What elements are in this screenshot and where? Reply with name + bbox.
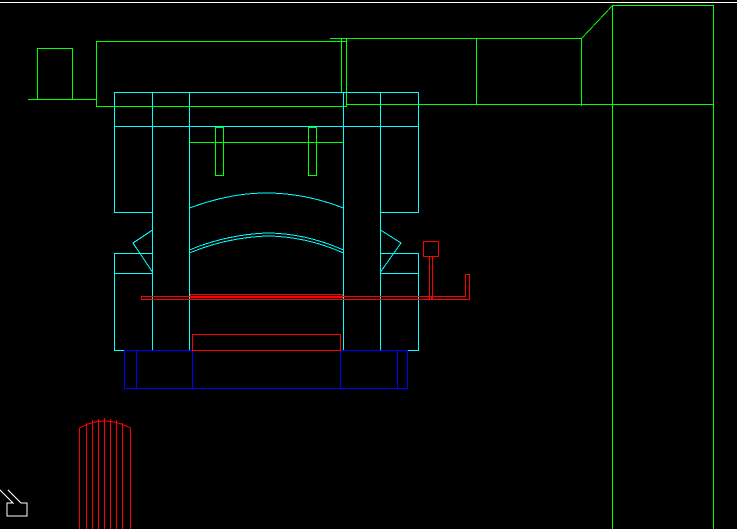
right-lower-casing bbox=[380, 253, 419, 351]
instrument-box bbox=[423, 241, 439, 257]
foundation-slab bbox=[124, 350, 408, 389]
stack-body bbox=[612, 5, 714, 529]
outlet-elbow bbox=[431, 274, 470, 300]
upper-arch bbox=[189, 192, 344, 209]
foundation-layer bbox=[124, 350, 408, 389]
duct-section-left bbox=[96, 41, 347, 107]
lower-arch-inner bbox=[189, 235, 344, 254]
arrow-cursor-icon bbox=[0, 489, 28, 517]
furnace-layer bbox=[114, 92, 419, 351]
stack-transition-top bbox=[581, 5, 613, 39]
small-duct-box bbox=[37, 48, 73, 100]
cad-drawing bbox=[0, 2, 737, 529]
hanger-right bbox=[308, 127, 317, 176]
cad-viewport[interactable] bbox=[0, 0, 737, 529]
left-upper-casing bbox=[114, 126, 153, 213]
left-lower-casing bbox=[114, 253, 153, 351]
hearth-coil-box bbox=[192, 334, 341, 351]
left-column bbox=[152, 92, 190, 351]
right-upper-casing bbox=[380, 126, 419, 213]
furnace-top-band bbox=[114, 92, 419, 127]
piping-layer bbox=[79, 241, 470, 529]
right-column bbox=[343, 92, 381, 351]
duct-section-right bbox=[346, 38, 582, 105]
hanger-left bbox=[215, 127, 224, 176]
right-burner-wedge bbox=[380, 229, 402, 273]
left-burner-wedge bbox=[132, 229, 153, 273]
